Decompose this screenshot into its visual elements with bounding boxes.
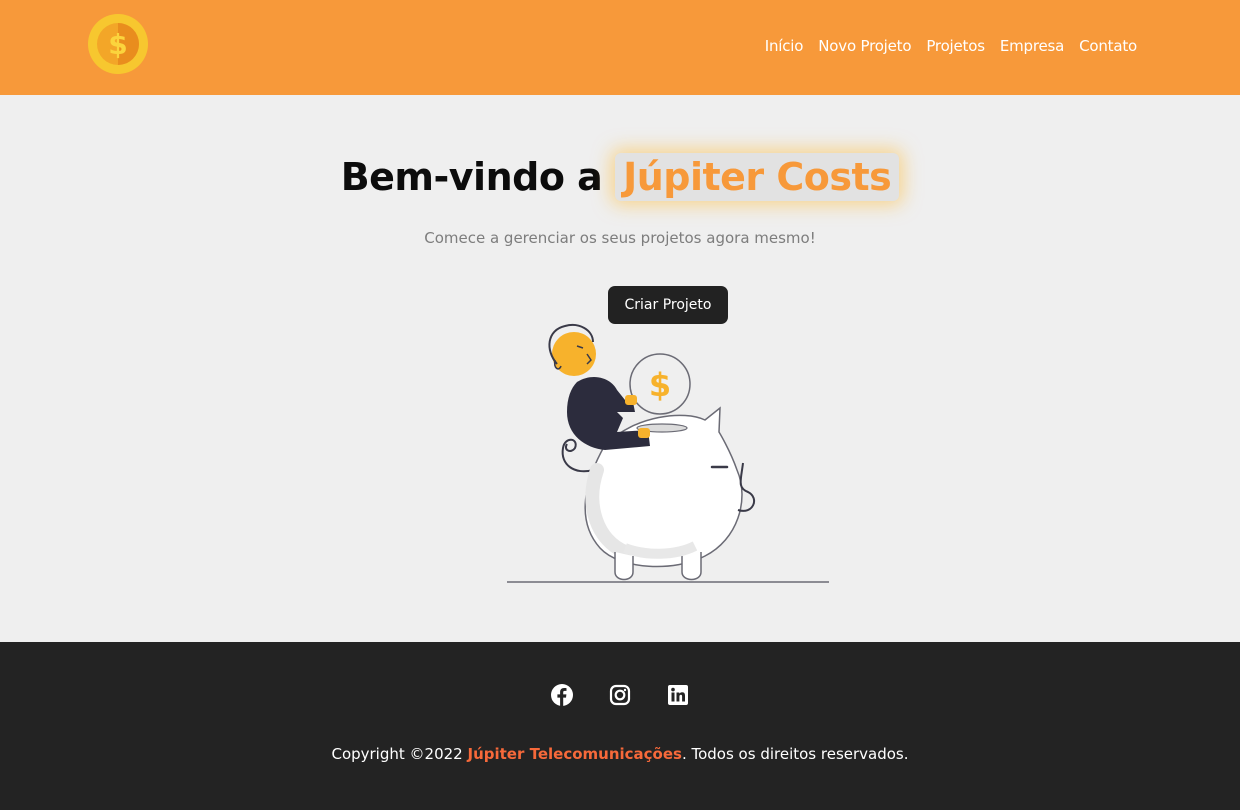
- coin-dollar-icon: $: [649, 366, 671, 404]
- nav-item-projetos[interactable]: Projetos: [926, 37, 985, 55]
- hero-brand-name: Júpiter Costs: [615, 153, 900, 201]
- logo-link[interactable]: $: [87, 13, 149, 75]
- copyright-prefix: Copyright ©2022: [331, 745, 468, 763]
- facebook-link[interactable]: [551, 684, 573, 706]
- footer: Copyright ©2022 Júpiter Telecomunicações…: [0, 642, 1240, 810]
- create-project-button[interactable]: Criar Projeto: [608, 286, 728, 324]
- copyright-text: Copyright ©2022 Júpiter Telecomunicações…: [0, 745, 1240, 763]
- coin-logo-icon: $: [88, 14, 148, 74]
- nav-menu: Início Novo Projeto Projetos Empresa Con…: [750, 36, 1137, 55]
- facebook-icon: [551, 684, 573, 706]
- logo-symbol: $: [108, 28, 127, 61]
- hero-title-prefix: Bem-vindo a: [340, 155, 616, 199]
- piggy-bank-illustration: $: [507, 324, 829, 583]
- linkedin-link[interactable]: [667, 684, 689, 706]
- copyright-suffix: . Todos os direitos reservados.: [681, 745, 909, 763]
- nav-item-contato[interactable]: Contato: [1079, 37, 1137, 55]
- company-name: Júpiter Telecomunicações: [467, 745, 682, 763]
- social-links: [0, 684, 1240, 706]
- nav-item-novo-projeto[interactable]: Novo Projeto: [818, 37, 911, 55]
- nav-item-empresa[interactable]: Empresa: [1000, 37, 1064, 55]
- instagram-icon: [609, 684, 631, 706]
- instagram-link[interactable]: [609, 684, 631, 706]
- hero-subtitle: Comece a gerenciar os seus projetos agor…: [424, 229, 816, 247]
- hero-title: Bem-vindo a Júpiter Costs: [0, 153, 1240, 201]
- navbar: $ Início Novo Projeto Projetos Empresa C…: [0, 0, 1240, 95]
- nav-item-inicio[interactable]: Início: [765, 37, 804, 55]
- linkedin-icon: [668, 685, 688, 705]
- home-section: Bem-vindo a Júpiter Costs Comece a geren…: [0, 95, 1240, 642]
